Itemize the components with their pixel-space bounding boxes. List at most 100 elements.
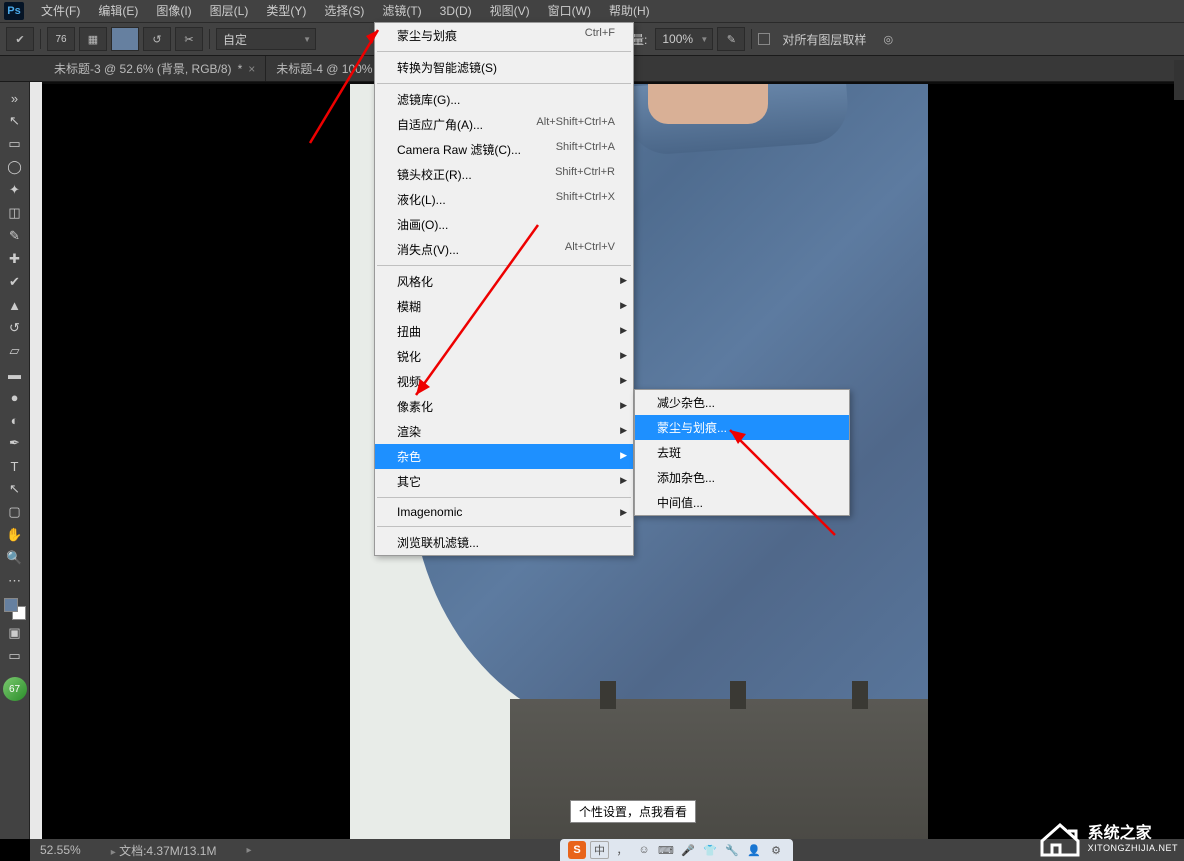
ime-lang-badge[interactable]: 中 (590, 841, 609, 859)
sub-median[interactable]: 中间值... (635, 490, 849, 515)
menu-file[interactable]: 文件(F) (32, 0, 89, 22)
menu-filter[interactable]: 滤镜(T) (373, 0, 430, 22)
sogou-icon[interactable]: S (568, 841, 586, 859)
ime-taskbar[interactable]: S 中 ， ☺ ⌨ 🎤 👕 🔧 👤 ⚙ (560, 839, 793, 861)
ctx-browse-filters[interactable]: 浏览联机滤镜... (375, 530, 633, 555)
more-tools-icon[interactable]: ⋯ (4, 571, 26, 591)
sub-add-noise[interactable]: 添加杂色... (635, 465, 849, 490)
menu-layer[interactable]: 图层(L) (201, 0, 258, 22)
menu-image[interactable]: 图像(I) (147, 0, 200, 22)
ctx-distort[interactable]: 扭曲 (375, 319, 633, 344)
options-icon[interactable]: ↺ (143, 27, 171, 51)
menu-edit[interactable]: 编辑(E) (89, 0, 147, 22)
menubar: Ps 文件(F) 编辑(E) 图像(I) 图层(L) 类型(Y) 选择(S) 滤… (0, 0, 1184, 22)
ps-app-icon[interactable]: Ps (4, 2, 24, 20)
history-brush-icon[interactable]: ↺ (4, 318, 26, 338)
ctx-camera-raw[interactable]: Camera Raw 滤镜(C)...Shift+Ctrl+A (375, 137, 633, 162)
ctx-other[interactable]: 其它 (375, 469, 633, 494)
chevron-right-icon[interactable]: ▸ (111, 847, 116, 858)
lasso-tool-icon[interactable]: ◯ (4, 157, 26, 177)
ctx-render[interactable]: 渲染 (375, 419, 633, 444)
ctx-separator (377, 83, 631, 84)
path-tool-icon[interactable]: ↖ (4, 479, 26, 499)
marquee-tool-icon[interactable]: ▭ (4, 134, 26, 154)
color-swatches[interactable] (4, 598, 26, 620)
tab-close-icon[interactable]: × (248, 62, 255, 76)
chevron-right-icon[interactable]: ▸ (246, 845, 251, 856)
ime-settings-icon[interactable]: ⚙ (767, 841, 785, 859)
menu-window[interactable]: 窗口(W) (539, 0, 600, 22)
ctx-lens-correction[interactable]: 镜头校正(R)...Shift+Ctrl+R (375, 162, 633, 187)
ime-emoji-icon[interactable]: ☺ (635, 841, 653, 859)
divider (751, 29, 752, 49)
ctx-video[interactable]: 视频 (375, 369, 633, 394)
toolbox: » ↖ ▭ ◯ ✦ ◫ ✎ ✚ ✔ ▲ ↺ ▱ ▬ ● ◐ ✒ T ↖ ▢ ✋ … (0, 82, 30, 839)
tab-title: 未标题-3 @ 52.6% (背景, RGB/8) (54, 60, 232, 77)
healing-tool-icon[interactable]: ✚ (4, 249, 26, 269)
sub-despeckle[interactable]: 去斑 (635, 440, 849, 465)
dodge-tool-icon[interactable]: ◐ (4, 410, 26, 430)
ctx-noise[interactable]: 杂色 (375, 444, 633, 469)
sample-all-label: 对所有图层取样 (778, 31, 870, 48)
watermark-title: 系统之家 (1088, 825, 1152, 842)
quickmask-icon[interactable]: ▣ (4, 623, 26, 643)
sample-swatch[interactable] (111, 27, 139, 51)
active-tool-icon[interactable]: ✔ (6, 27, 34, 51)
eraser-tool-icon[interactable]: ▱ (4, 341, 26, 361)
taskbar-tooltip: 个性设置，点我看看 (570, 800, 696, 823)
menu-help[interactable]: 帮助(H) (600, 0, 659, 22)
type-tool-icon[interactable]: T (4, 456, 26, 476)
ime-keyboard-icon[interactable]: ⌨ (657, 841, 675, 859)
brush-size[interactable]: 76 (47, 27, 75, 51)
ctx-oil-paint[interactable]: 油画(O)... (375, 212, 633, 237)
menu-view[interactable]: 视图(V) (481, 0, 539, 22)
pressure-icon[interactable]: ◎ (874, 27, 902, 51)
airbrush-icon[interactable]: ✎ (717, 27, 745, 51)
sub-reduce-noise[interactable]: 减少杂色... (635, 390, 849, 415)
flow-dropdown[interactable]: 100% (655, 28, 713, 50)
ctx-liquify[interactable]: 液化(L)...Shift+Ctrl+X (375, 187, 633, 212)
expand-handle-icon[interactable]: » (4, 88, 26, 108)
screenmode-icon[interactable]: ▭ (4, 646, 26, 666)
ctx-smart-filter[interactable]: 转换为智能滤镜(S) (375, 55, 633, 80)
crop-tool-icon[interactable]: ◫ (4, 203, 26, 223)
right-panel-handle[interactable] (1174, 60, 1184, 100)
ctx-pixelate[interactable]: 像素化 (375, 394, 633, 419)
status-zoom[interactable]: 52.55% (40, 843, 81, 857)
menu-type[interactable]: 类型(Y) (257, 0, 315, 22)
eyedropper-tool-icon[interactable]: ✎ (4, 226, 26, 246)
ime-skin-icon[interactable]: 👕 (701, 841, 719, 859)
ime-user-icon[interactable]: 👤 (745, 841, 763, 859)
ctx-sharpen[interactable]: 锐化 (375, 344, 633, 369)
ime-punct-icon[interactable]: ， (613, 841, 631, 859)
ctx-vanishing-point[interactable]: 消失点(V)...Alt+Ctrl+V (375, 237, 633, 262)
zoom-tool-icon[interactable]: 🔍 (4, 548, 26, 568)
pen-tool-icon[interactable]: ✒ (4, 433, 26, 453)
sample-all-checkbox[interactable] (758, 33, 770, 45)
brush-panel-icon[interactable]: ▦ (79, 27, 107, 51)
ctx-adaptive-wide[interactable]: 自适应广角(A)...Alt+Shift+Ctrl+A (375, 112, 633, 137)
brush-tool-icon[interactable]: ✔ (4, 272, 26, 292)
mode-dropdown[interactable]: 自定 (216, 28, 316, 50)
sub-dust-scratches[interactable]: 蒙尘与划痕... (635, 415, 849, 440)
gradient-tool-icon[interactable]: ▬ (4, 364, 26, 384)
tab-dirty-indicator: * (238, 62, 243, 76)
wand-tool-icon[interactable]: ✦ (4, 180, 26, 200)
ctx-last-filter[interactable]: 蒙尘与划痕Ctrl+F (375, 23, 633, 48)
ctx-imagenomic[interactable]: Imagenomic (375, 501, 633, 523)
stamp-tool-icon[interactable]: ▲ (4, 295, 26, 315)
blur-tool-icon[interactable]: ● (4, 387, 26, 407)
ime-tool-icon[interactable]: 🔧 (723, 841, 741, 859)
menu-3d[interactable]: 3D(D) (431, 0, 481, 22)
tab-doc-1[interactable]: 未标题-3 @ 52.6% (背景, RGB/8) * × (44, 56, 266, 81)
hand-tool-icon[interactable]: ✋ (4, 525, 26, 545)
vertical-ruler (30, 82, 42, 839)
ctx-blur[interactable]: 模糊 (375, 294, 633, 319)
scissors-icon[interactable]: ✂ (175, 27, 203, 51)
move-tool-icon[interactable]: ↖ (4, 111, 26, 131)
shape-tool-icon[interactable]: ▢ (4, 502, 26, 522)
ctx-filter-gallery[interactable]: 滤镜库(G)... (375, 87, 633, 112)
ime-voice-icon[interactable]: 🎤 (679, 841, 697, 859)
menu-select[interactable]: 选择(S) (315, 0, 373, 22)
ctx-stylize[interactable]: 风格化 (375, 269, 633, 294)
